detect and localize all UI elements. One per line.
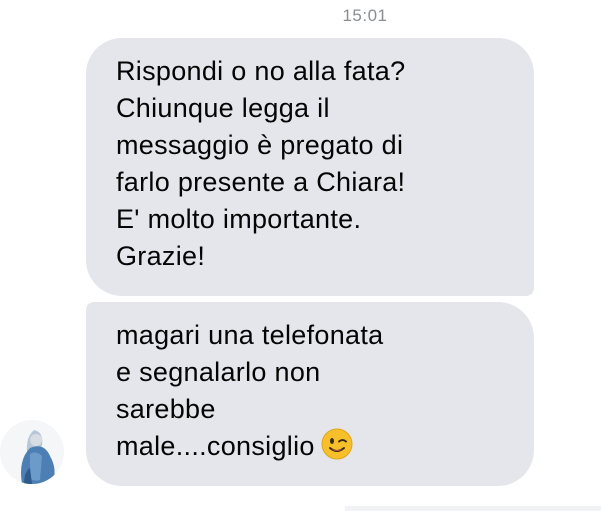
message-line: male....consiglio xyxy=(116,431,315,461)
message-bubble[interactable]: magari una telefonata e segnalarlo non s… xyxy=(86,302,534,486)
message-line: Chiunque legga il xyxy=(116,93,330,123)
message-line: E' molto importante. xyxy=(116,204,362,234)
divider xyxy=(345,506,601,511)
message-line: magari una telefonata xyxy=(116,320,384,350)
winking-face-emoji-icon xyxy=(321,428,353,460)
chat-screen: 15:01 Rispondi o no alla fata? Chiunque … xyxy=(0,0,601,511)
message-line: farlo presente a Chiara! xyxy=(116,167,406,197)
message-line: Rispondi o no alla fata? xyxy=(116,56,406,86)
message-timestamp: 15:01 xyxy=(342,6,388,25)
user-avatar[interactable] xyxy=(0,420,64,484)
message-line: sarebbe xyxy=(116,394,216,424)
message-bubble[interactable]: Rispondi o no alla fata? Chiunque legga … xyxy=(86,38,534,296)
message-line: Grazie! xyxy=(116,241,206,271)
avatar-photo-icon xyxy=(0,420,64,484)
message-line: e segnalarlo non xyxy=(116,357,321,387)
message-line: messaggio è pregato di xyxy=(116,130,404,160)
message-line-with-emoji: male....consiglio xyxy=(116,428,514,465)
